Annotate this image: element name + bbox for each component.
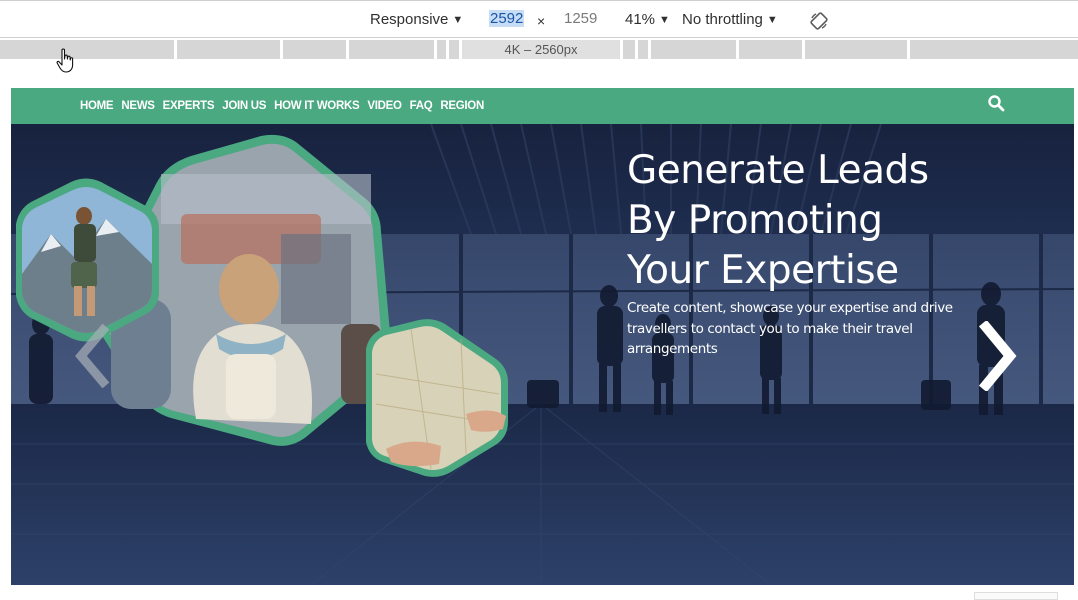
ruler-segment[interactable] [739, 40, 802, 59]
ruler-segment[interactable] [177, 40, 280, 59]
nav-menu: HOME NEWS EXPERTS JOIN US HOW IT WORKS V… [80, 88, 484, 124]
chevron-right-icon[interactable] [976, 321, 1020, 391]
device-mode-label: Responsive [370, 11, 449, 28]
powered-by-badge[interactable] [974, 592, 1058, 600]
nav-item-region[interactable]: REGION [440, 100, 484, 112]
site-navbar: HOME NEWS EXPERTS JOIN US HOW IT WORKS V… [11, 88, 1074, 124]
page-bottom-strip [0, 585, 1078, 598]
nav-item-news[interactable]: NEWS [121, 100, 155, 112]
ruler-segment[interactable] [638, 40, 648, 59]
headline-line-1: Generate Leads [627, 148, 929, 193]
zoom-dropdown[interactable]: 41% ▼ [625, 11, 670, 28]
device-mode-dropdown[interactable]: Responsive ▼ [370, 11, 463, 28]
ruler-label-4k[interactable]: 4K – 2560px [462, 40, 620, 59]
ruler-segment[interactable] [349, 40, 434, 59]
dimension-separator: × [537, 13, 546, 29]
hero-headline: Generate Leads By Promoting Your Experti… [627, 146, 1047, 296]
ruler-segment[interactable] [449, 40, 459, 59]
ruler-segment[interactable] [283, 40, 346, 59]
viewport-width-value: 2592 [489, 10, 525, 27]
chevron-down-icon: ▼ [659, 14, 670, 26]
chevron-left-icon[interactable] [73, 324, 113, 388]
ruler-segment[interactable] [651, 40, 736, 59]
ruler-segment[interactable] [623, 40, 635, 59]
hand-cursor-icon [56, 48, 74, 73]
ruler-segment[interactable] [0, 40, 174, 59]
chevron-down-icon: ▼ [766, 14, 778, 26]
throttling-label: No throttling [682, 11, 763, 28]
nav-item-faq[interactable]: FAQ [410, 100, 433, 112]
viewport-width-input[interactable]: 2592 [487, 9, 527, 31]
ruler-segment[interactable] [805, 40, 907, 59]
rotate-icon[interactable] [810, 12, 828, 30]
media-query-ruler: 4K – 2560px [0, 40, 1078, 59]
devtools-device-toolbar: Responsive ▼ 2592 × 1259 41% ▼ No throttli… [0, 0, 1078, 38]
ruler-segment[interactable] [437, 40, 446, 59]
nav-item-experts[interactable]: EXPERTS [163, 100, 215, 112]
nav-item-video[interactable]: VIDEO [367, 100, 402, 112]
zoom-label: 41% [625, 11, 656, 28]
nav-item-how-it-works[interactable]: HOW IT WORKS [274, 100, 360, 112]
chevron-down-icon: ▼ [452, 14, 464, 26]
viewport-height-input[interactable]: 1259 [562, 9, 602, 31]
hero-slider: Generate Leads By Promoting Your Experti… [11, 124, 1074, 585]
headline-line-2: By Promoting [627, 198, 883, 243]
nav-item-join-us[interactable]: JOIN US [222, 100, 266, 112]
headline-line-3: Your Expertise [627, 248, 899, 293]
nav-item-home[interactable]: HOME [80, 100, 114, 112]
emulated-page: HOME NEWS EXPERTS JOIN US HOW IT WORKS V… [11, 88, 1074, 585]
ruler-segment[interactable] [910, 40, 1078, 59]
throttling-dropdown[interactable]: No throttling ▼ [682, 11, 778, 28]
search-icon[interactable] [987, 94, 1005, 112]
hero-subtext: Create content, showcase your expertise … [627, 300, 953, 357]
